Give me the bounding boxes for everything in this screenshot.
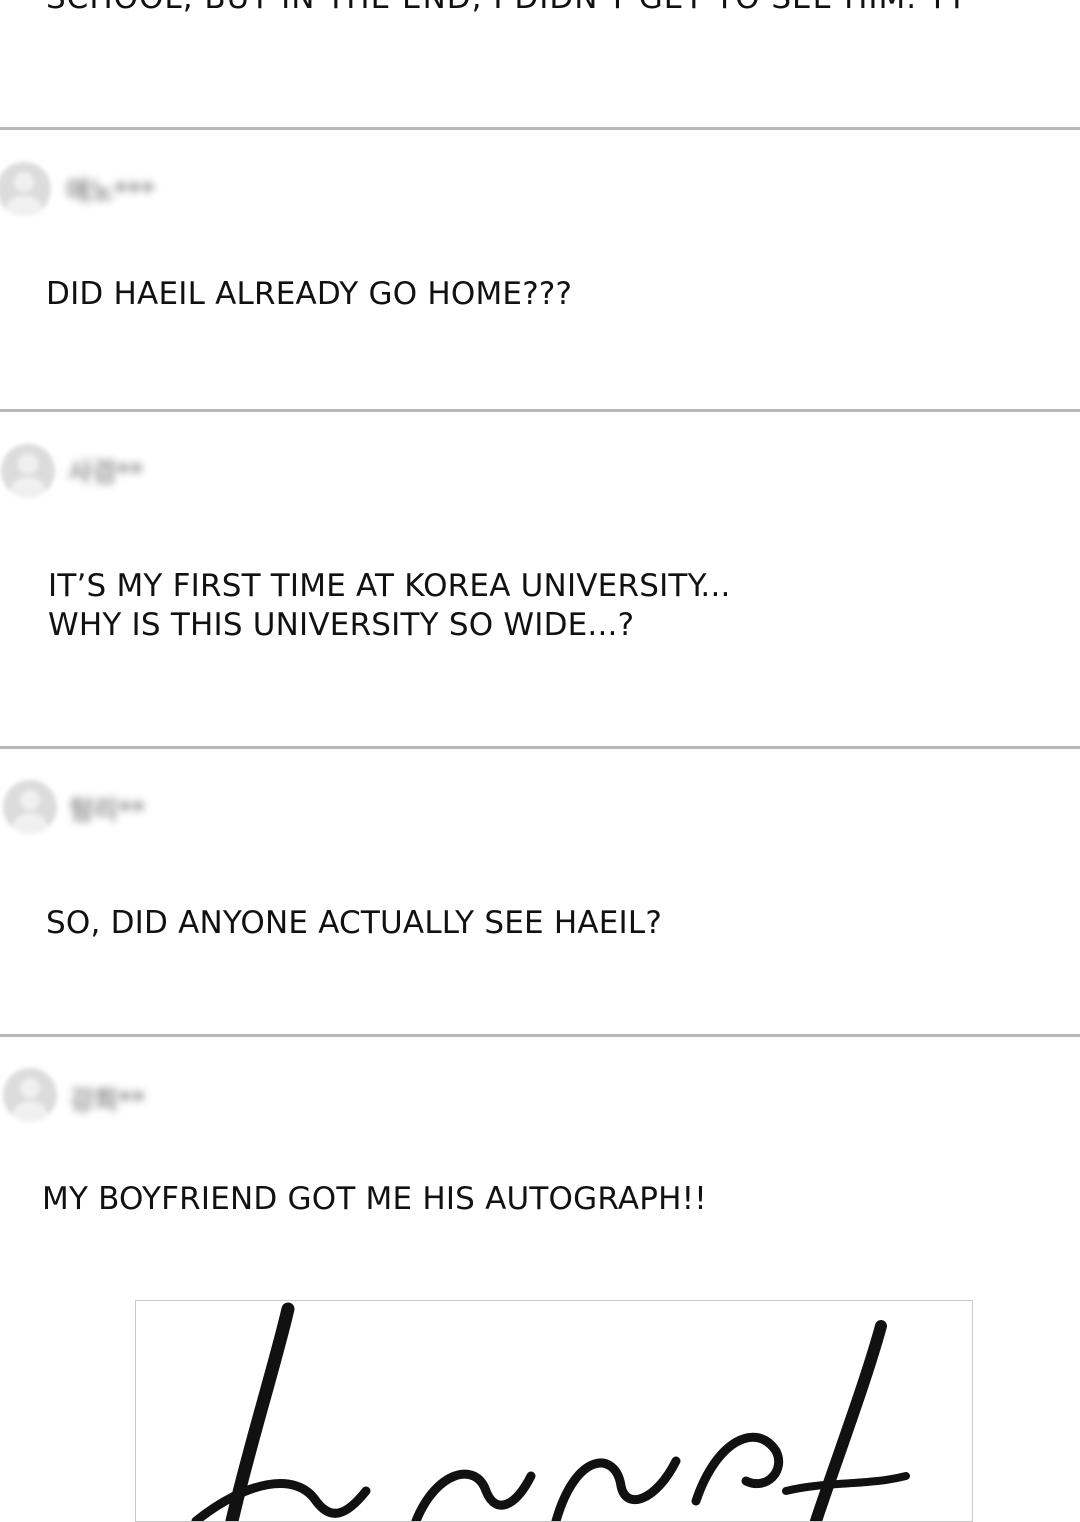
avatar-icon[interactable] xyxy=(3,1068,57,1122)
comment-text: MY BOYFRIEND GOT ME HIS AUTOGRAPH!! xyxy=(42,1181,707,1217)
signature-drawing xyxy=(191,1302,910,1521)
comment-text-previous: SCHOOL, BUT IN THE END, I DIDN'T GET TO … xyxy=(46,0,967,16)
avatar-icon[interactable] xyxy=(3,780,57,834)
comment-text-line: IT’S MY FIRST TIME AT KOREA UNIVERSITY..… xyxy=(48,568,731,604)
autograph-image[interactable] xyxy=(135,1300,973,1522)
comment-text: SO, DID ANYONE ACTUALLY SEE HAEIL? xyxy=(46,905,663,941)
username[interactable]: 탐리** xyxy=(70,790,145,827)
avatar-icon[interactable] xyxy=(0,162,51,216)
divider xyxy=(0,409,1080,412)
comment-text: DID HAEIL ALREADY GO HOME??? xyxy=(46,276,573,312)
username[interactable]: 사검** xyxy=(68,452,143,489)
avatar-icon[interactable] xyxy=(1,444,55,498)
divider xyxy=(0,746,1080,749)
divider xyxy=(0,127,1080,130)
username[interactable]: 강희** xyxy=(70,1080,145,1117)
username[interactable]: 애노*** xyxy=(66,171,155,208)
comment-text-line: WHY IS THIS UNIVERSITY SO WIDE...? xyxy=(48,607,635,643)
divider xyxy=(0,1034,1080,1037)
